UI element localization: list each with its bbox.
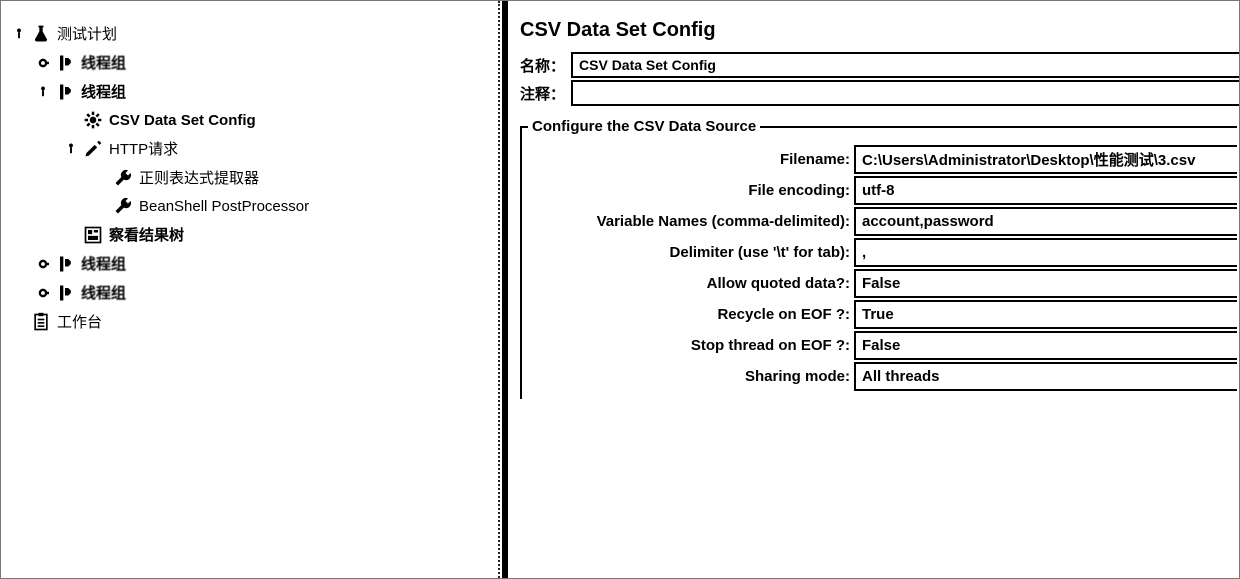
tree-node-thread-group[interactable]: 线程组	[13, 278, 496, 307]
delimiter-row: Delimiter (use '\t' for tab):	[528, 238, 1237, 267]
tree-label: 工作台	[57, 311, 102, 332]
wrench-icon	[113, 168, 133, 188]
encoding-row: File encoding:	[528, 176, 1237, 205]
tree-node-http-request[interactable]: HTTP请求	[13, 134, 496, 163]
sharing-input[interactable]	[854, 362, 1237, 391]
results-tree-icon	[83, 225, 103, 245]
filename-row: Filename:	[528, 145, 1237, 174]
panel-title: CSV Data Set Config	[520, 19, 1239, 42]
quoted-row: Allow quoted data?:	[528, 269, 1237, 298]
quoted-input[interactable]	[854, 269, 1237, 298]
tree-node-workbench[interactable]: 工作台	[13, 307, 496, 336]
tree-label: HTTP请求	[109, 138, 178, 159]
toggle-icon[interactable]	[13, 28, 25, 40]
toggle-icon[interactable]	[65, 143, 77, 155]
tree-panel: 测试计划 线程组 线程组 CSV Data Set Config	[1, 1, 506, 578]
tree-label: 线程组	[81, 282, 126, 303]
recycle-label: Recycle on EOF ?:	[528, 300, 854, 329]
comment-label: 注释：	[518, 83, 565, 104]
config-panel: CSV Data Set Config 名称： 注释： Configure th…	[506, 1, 1239, 578]
thread-icon	[55, 82, 75, 102]
filename-label: Filename:	[528, 145, 854, 174]
tree-node-thread-group-active[interactable]: 线程组	[13, 77, 496, 106]
encoding-input[interactable]	[854, 176, 1237, 205]
toggle-closed-icon[interactable]	[37, 258, 49, 270]
recycle-input[interactable]	[854, 300, 1237, 329]
name-label: 名称：	[518, 55, 565, 76]
comment-input[interactable]	[571, 80, 1239, 106]
thread-icon	[55, 254, 75, 274]
delimiter-label: Delimiter (use '\t' for tab):	[528, 238, 854, 267]
name-row: 名称：	[518, 52, 1239, 78]
delimiter-input[interactable]	[854, 238, 1237, 267]
tree-node-regex-extractor[interactable]: 正则表达式提取器	[13, 163, 496, 192]
panel-divider	[498, 1, 500, 578]
stop-label: Stop thread on EOF ?:	[528, 331, 854, 360]
tree-node-beanshell-post[interactable]: BeanShell PostProcessor	[13, 192, 496, 220]
tree-node-thread-group[interactable]: 线程组	[13, 48, 496, 77]
name-input[interactable]	[571, 52, 1239, 78]
tree-node-csv-config[interactable]: CSV Data Set Config	[13, 106, 496, 134]
encoding-label: File encoding:	[528, 176, 854, 205]
flask-icon	[31, 24, 51, 44]
sharing-label: Sharing mode:	[528, 362, 854, 391]
toggle-closed-icon[interactable]	[37, 287, 49, 299]
tree-node-view-results[interactable]: 察看结果树	[13, 220, 496, 249]
tree-label: BeanShell PostProcessor	[139, 198, 309, 215]
gear-icon	[83, 110, 103, 130]
filename-input[interactable]	[854, 145, 1237, 174]
toggle-closed-icon[interactable]	[37, 57, 49, 69]
tree-node-thread-group[interactable]: 线程组	[13, 249, 496, 278]
comment-row: 注释：	[518, 80, 1239, 106]
toggle-icon[interactable]	[37, 86, 49, 98]
tree-node-test-plan[interactable]: 测试计划	[13, 19, 496, 48]
tree-label: CSV Data Set Config	[109, 112, 256, 129]
stop-row: Stop thread on EOF ?:	[528, 331, 1237, 360]
pipette-icon	[83, 139, 103, 159]
clipboard-icon	[31, 312, 51, 332]
thread-icon	[55, 53, 75, 73]
recycle-row: Recycle on EOF ?:	[528, 300, 1237, 329]
thread-icon	[55, 283, 75, 303]
tree-label: 察看结果树	[109, 224, 184, 245]
variables-row: Variable Names (comma-delimited):	[528, 207, 1237, 236]
stop-input[interactable]	[854, 331, 1237, 360]
csv-config-fieldset: Configure the CSV Data Source Filename: …	[520, 118, 1237, 399]
tree-label: 正则表达式提取器	[139, 167, 259, 188]
fieldset-legend: Configure the CSV Data Source	[528, 118, 760, 135]
tree-label: 线程组	[81, 52, 126, 73]
tree-label: 线程组	[81, 81, 126, 102]
variables-input[interactable]	[854, 207, 1237, 236]
wrench-icon	[113, 196, 133, 216]
quoted-label: Allow quoted data?:	[528, 269, 854, 298]
variables-label: Variable Names (comma-delimited):	[528, 207, 854, 236]
sharing-row: Sharing mode:	[528, 362, 1237, 391]
tree-label: 测试计划	[57, 23, 117, 44]
tree-label: 线程组	[81, 253, 126, 274]
